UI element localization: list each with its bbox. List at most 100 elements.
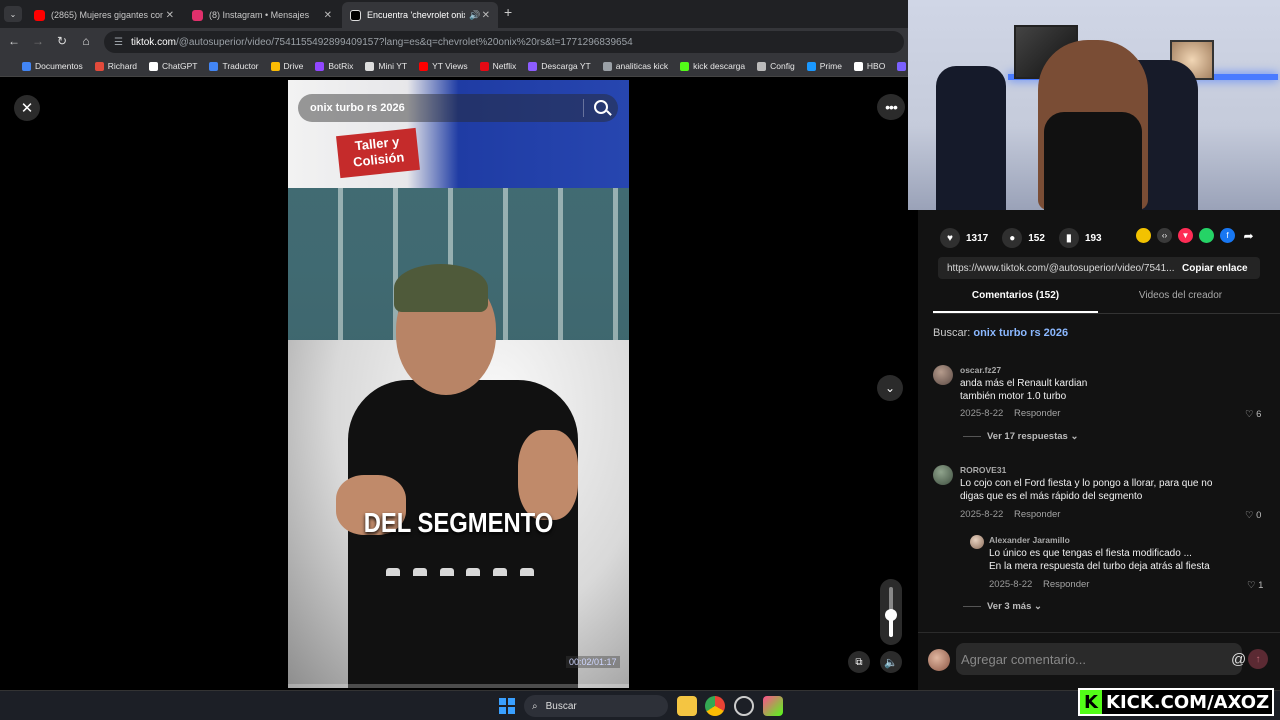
bookmark-item[interactable]: BotRix [315, 61, 353, 71]
video-frame[interactable]: Taller y Colisión onix turbo rs 2026 DEL… [288, 80, 629, 688]
volume-slider[interactable] [880, 579, 902, 645]
volume-knob[interactable] [885, 608, 897, 621]
search-icon: ⌕ [532, 700, 538, 712]
windows-start-icon[interactable] [499, 698, 515, 714]
presenter-cap [394, 264, 488, 312]
reply-button[interactable]: Responder [1014, 509, 1060, 520]
search-divider [583, 99, 584, 117]
chrome-icon[interactable] [705, 696, 725, 716]
share-kick-icon[interactable] [1136, 228, 1151, 243]
reload-icon[interactable]: ↻ [54, 34, 70, 48]
copy-link-button[interactable]: Copiar enlace [1182, 263, 1248, 274]
audio-playing-icon[interactable]: 🔊 [469, 10, 480, 21]
comment-like-button[interactable]: ♡ 6 [1245, 409, 1261, 420]
file-explorer-icon[interactable] [677, 696, 697, 716]
bookmark-item[interactable]: Richard [94, 61, 137, 71]
reply-button[interactable]: Responder [1014, 408, 1060, 419]
video-progress-bar[interactable] [288, 684, 629, 688]
like-button[interactable]: ♥ 1317 [940, 228, 988, 248]
save-button[interactable]: ▮ 193 [1058, 228, 1102, 248]
comment-meta: 2025-8-22 Responder [960, 509, 1060, 520]
bookmark-item[interactable]: Documentos [22, 61, 83, 71]
like-count: 1317 [966, 232, 989, 244]
related-search-prefix: Buscar: [933, 327, 971, 339]
related-search-link[interactable]: onix turbo rs 2026 [973, 327, 1068, 339]
reply-like-button[interactable]: ♡ 1 [1247, 580, 1263, 591]
bookmark-item[interactable]: Config [757, 61, 795, 71]
whatsapp-icon[interactable] [1199, 228, 1214, 243]
next-video-button[interactable]: ⌄ [877, 375, 903, 401]
send-to-friends-icon[interactable]: ▼ [1178, 228, 1193, 243]
send-comment-button[interactable]: ↑ [1248, 649, 1268, 669]
bookmark-label: HBO [866, 61, 886, 71]
video-link-url[interactable]: https://www.tiktok.com/@autosuperior/vid… [938, 263, 1174, 274]
volume-button[interactable]: 🔈 [880, 651, 902, 673]
reply-username[interactable]: Alexander Jaramillo [989, 535, 1070, 545]
view-more-replies-button[interactable]: Ver 3 más ⌄ [963, 601, 1042, 612]
bookmark-item[interactable]: Mini YT [365, 61, 407, 71]
address-bar[interactable]: ☰ tiktok.com /@autosuperior/video/754115… [104, 31, 904, 53]
bookmark-icon: ▮ [1058, 228, 1079, 248]
comment-username[interactable]: ROROVE31 [960, 465, 1006, 475]
bookmark-icon [757, 61, 767, 71]
close-tab-icon[interactable]: ✕ [482, 10, 490, 21]
reply-text-line: Lo único es que tengas el fiesta modific… [989, 548, 1192, 559]
bookmark-icon [528, 61, 538, 71]
kick-watermark: K KICK.COM/AXOZ [1078, 688, 1274, 716]
browser-tab-instagram[interactable]: (8) Instagram • Mensajes ✕ [184, 2, 340, 28]
bookmark-item[interactable]: analiticas kick [602, 61, 668, 71]
obs-icon[interactable] [734, 696, 754, 716]
close-tab-icon[interactable]: ✕ [166, 10, 174, 21]
comment-like-button[interactable]: ♡ 0 [1245, 510, 1261, 521]
streaming-app-icon[interactable] [763, 696, 783, 716]
avatar[interactable] [928, 649, 950, 671]
bookmark-item[interactable]: kick descarga [680, 61, 745, 71]
browser-tab-tiktok[interactable]: Encuentra 'chevrolet onix ru 🔊 ✕ [342, 2, 498, 28]
browser-toolbar: ← → ↻ ⌂ ☰ tiktok.com /@autosuperior/vide… [0, 28, 908, 56]
more-options-button[interactable]: ••• [877, 94, 905, 120]
bookmark-item[interactable]: ChatGPT [149, 61, 197, 71]
bookmark-item[interactable]: Descarga YT [528, 61, 591, 71]
bookmark-item[interactable]: Prime [806, 61, 842, 71]
tab-creator-videos[interactable]: Videos del creador [1098, 290, 1263, 313]
bookmark-item[interactable]: YT Views [419, 61, 468, 71]
close-player-button[interactable]: ✕ [14, 95, 40, 121]
site-info-icon[interactable]: ☰ [114, 37, 123, 48]
bookmark-item[interactable]: HBO [853, 61, 886, 71]
bookmark-icon [22, 61, 31, 71]
mention-icon[interactable]: @ [1231, 651, 1246, 668]
comment-button[interactable]: ● 152 [1002, 228, 1045, 248]
bookmark-icon [315, 61, 325, 71]
tab-title: Encuentra 'chevrolet onix ru [367, 10, 465, 20]
reply-text-line: En la mera respuesta del turbo deja atrá… [989, 561, 1210, 572]
forward-icon[interactable]: → [30, 34, 46, 48]
facebook-icon[interactable]: f [1220, 228, 1235, 243]
bookmark-item[interactable]: Netflix [479, 61, 516, 71]
avatar[interactable] [933, 465, 953, 485]
avatar[interactable] [933, 365, 953, 385]
view-replies-button[interactable]: Ver 17 respuestas ⌄ [963, 431, 1078, 442]
picture-in-picture-button[interactable]: ⧉ [848, 651, 870, 673]
video-search-bar[interactable]: onix turbo rs 2026 [298, 94, 618, 122]
bookmark-item[interactable]: Drive [270, 61, 303, 71]
bookmark-item[interactable]: Ek [897, 61, 908, 71]
tab-comments[interactable]: Comentarios (152) [933, 290, 1098, 313]
embed-code-icon[interactable]: ‹› [1157, 228, 1172, 243]
comment-input[interactable]: Agregar comentario... @ ☺ [956, 643, 1269, 675]
video-player-area: ✕ ••• ⌄ Taller y Colisión onix turbo rs … [0, 77, 908, 690]
back-icon[interactable]: ← [6, 34, 22, 48]
avatar[interactable] [970, 535, 984, 549]
comment-username[interactable]: oscar.fz27 [960, 365, 1001, 375]
close-tab-icon[interactable]: ✕ [324, 10, 332, 21]
search-icon[interactable] [594, 100, 608, 114]
tab-search-button[interactable]: ⌄ [4, 6, 22, 22]
home-icon[interactable]: ⌂ [78, 34, 94, 48]
reply-button[interactable]: Responder [1043, 579, 1089, 590]
bookmark-label: Documentos [35, 61, 83, 71]
taskbar-search[interactable]: ⌕ Buscar [524, 695, 668, 717]
browser-tab-youtube[interactable]: (2865) Mujeres gigantes contra ✕ [26, 2, 182, 28]
bookmark-label: Descarga YT [541, 61, 591, 71]
share-arrow-icon[interactable]: ➦ [1241, 228, 1256, 243]
new-tab-button[interactable]: + [504, 4, 512, 20]
bookmark-item[interactable]: Traductor [209, 61, 259, 71]
